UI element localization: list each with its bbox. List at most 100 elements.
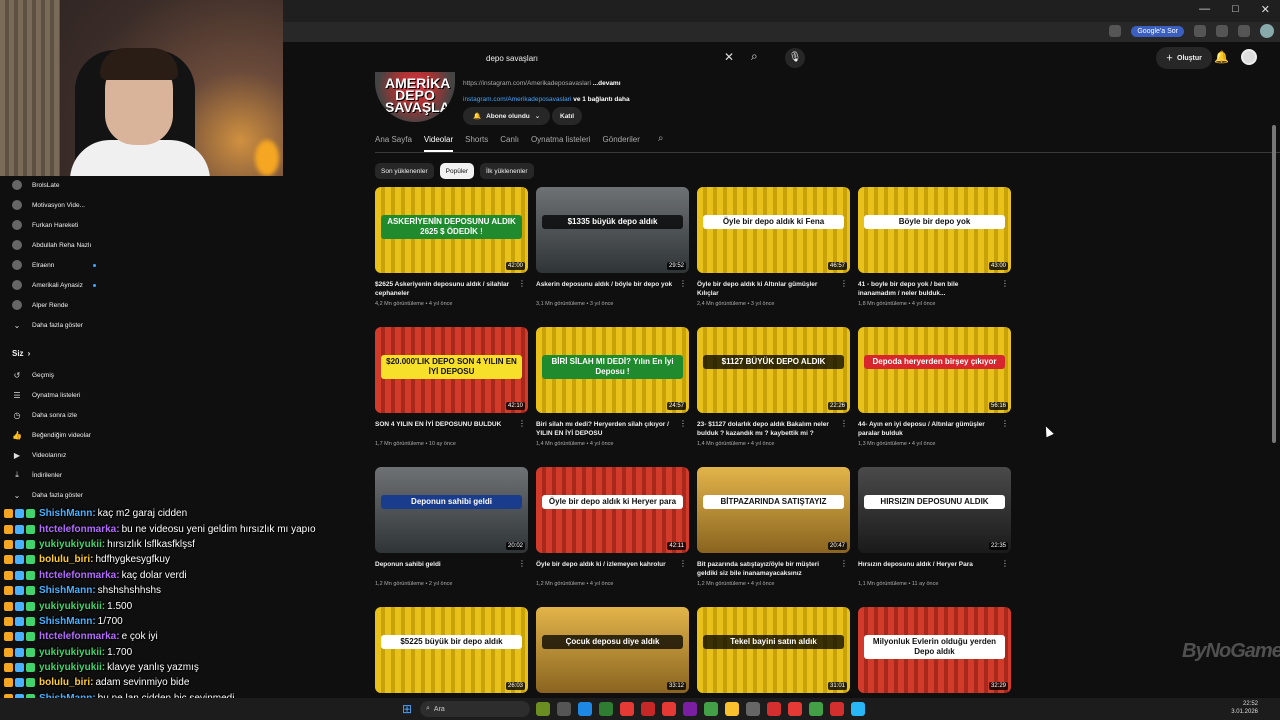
sidebar-subscription[interactable]: Alper Rende xyxy=(0,295,120,315)
sidebar-you-heading[interactable]: Siz › xyxy=(0,341,120,365)
show-more-you[interactable]: ⌄ Daha fazla göster xyxy=(0,485,120,505)
chat-username[interactable]: htctelefonmarka: xyxy=(39,629,120,644)
video-card[interactable]: BİRİ SİLAH MI DEDİ? Yılın En İyi Deposu … xyxy=(536,327,689,467)
more-links-label[interactable]: ve 1 bağlantı daha xyxy=(573,96,629,103)
clear-search-icon[interactable]: ✕ xyxy=(724,50,734,64)
bookmark-star-icon[interactable] xyxy=(1194,25,1206,37)
browser-profile-avatar[interactable] xyxy=(1260,24,1274,38)
more-vert-icon[interactable]: ⋮ xyxy=(518,419,526,428)
taskbar-app-icon[interactable] xyxy=(746,702,760,716)
video-thumbnail[interactable]: $20.000'LIK DEPO SON 4 YILIN EN İYİ DEPO… xyxy=(375,327,528,413)
microphone-icon[interactable]: 🎙 xyxy=(785,48,805,68)
chat-username[interactable]: yukiyukiyukii: xyxy=(39,599,105,614)
video-title[interactable]: $2625 Askeriyenin deposunu aldık / silah… xyxy=(375,280,515,298)
video-thumbnail[interactable]: Çocuk deposu diye aldık 33:12 xyxy=(536,607,689,693)
video-card[interactable]: ASKERİYENİN DEPOSUNU ALDIK 2625 $ ÖDEDİK… xyxy=(375,187,528,327)
taskbar-app-icon[interactable] xyxy=(578,702,592,716)
chat-username[interactable]: ShishMann: xyxy=(39,583,96,598)
video-thumbnail[interactable]: Öyle bir depo aldık ki Heryer para 42:11 xyxy=(536,467,689,553)
video-title[interactable]: 41 - boyle bir depo yok / ben bile inana… xyxy=(858,280,998,298)
chat-username[interactable]: yukiyukiyukii: xyxy=(39,537,105,552)
show-more-subscriptions[interactable]: ⌄ Daha fazla göster xyxy=(0,315,120,335)
extension-icon[interactable] xyxy=(1216,25,1228,37)
maximize-button[interactable]: □ xyxy=(1232,3,1239,16)
channel-avatar[interactable]: AMERİKA DEPO SAVAŞLARI xyxy=(375,72,455,122)
channel-search-icon[interactable]: ⌕ xyxy=(658,133,664,152)
tab-2[interactable]: Shorts xyxy=(465,135,488,152)
taskbar-app-icon[interactable] xyxy=(620,702,634,716)
video-card[interactable]: Depoda heryerden birşey çıkıyor 56:16 44- … xyxy=(858,327,1011,467)
video-card[interactable]: $1127 BÜYÜK DEPO ALDIK 22:26 23- $1127 dol… xyxy=(697,327,850,467)
video-title[interactable]: Bit pazarında satıştayız/öyle bir müşter… xyxy=(697,560,837,578)
taskbar-app-icon[interactable] xyxy=(536,702,550,716)
create-button[interactable]: ＋ Oluştur xyxy=(1156,47,1212,69)
chat-username[interactable]: ShishMann: xyxy=(39,506,96,521)
sort-chip[interactable]: Popüler xyxy=(439,163,475,179)
video-thumbnail[interactable]: Depoda heryerden birşey çıkıyor 56:16 xyxy=(858,327,1011,413)
tab-5[interactable]: Gönderiler xyxy=(603,135,640,152)
user-avatar[interactable] xyxy=(1241,49,1257,65)
windows-start-icon[interactable]: ⊞ xyxy=(402,702,412,716)
search-icon[interactable]: ⌕ xyxy=(751,49,769,67)
more-vert-icon[interactable]: ⋮ xyxy=(840,279,848,288)
sidebar-you-item[interactable]: ↺ Geçmiş xyxy=(0,365,120,385)
more-vert-icon[interactable]: ⋮ xyxy=(1001,419,1009,428)
video-thumbnail[interactable]: Tekel bayini satın aldık 31:01 xyxy=(697,607,850,693)
chat-username[interactable]: bolulu_biri: xyxy=(39,675,93,690)
video-thumbnail[interactable]: BİTPAZARINDA SATIŞTAYIZ 20:47 xyxy=(697,467,850,553)
sidebar-you-item[interactable]: ☰ Oynatma listeleri xyxy=(0,385,120,405)
tab-4[interactable]: Oynatma listeleri xyxy=(531,135,591,152)
sidebar-subscription[interactable]: Motivasyon Vide... xyxy=(0,195,120,215)
tab-0[interactable]: Ana Sayfa xyxy=(375,135,412,152)
video-card[interactable]: Öyle bir depo aldık ki Heryer para 42:11 Ö… xyxy=(536,467,689,607)
sort-chip[interactable]: İlk yüklenenler xyxy=(480,163,534,179)
video-title[interactable]: Deponun sahibi geldi xyxy=(375,560,515,578)
taskbar-search[interactable]: ⌕ Ara xyxy=(420,701,530,717)
video-thumbnail[interactable]: BİRİ SİLAH MI DEDİ? Yılın En İyi Deposu … xyxy=(536,327,689,413)
video-card[interactable]: Böyle bir depo yok 43:00 41 - boyle bir de… xyxy=(858,187,1011,327)
more-vert-icon[interactable]: ⋮ xyxy=(518,559,526,568)
video-card[interactable]: BİTPAZARINDA SATIŞTAYIZ 20:47 Bit pazarınd… xyxy=(697,467,850,607)
more-vert-icon[interactable]: ⋮ xyxy=(518,279,526,288)
sidebar-you-item[interactable]: ⤓ İndirilenler xyxy=(0,465,120,485)
video-thumbnail[interactable]: $1335 büyük depo aldık 29:52 xyxy=(536,187,689,273)
taskbar-app-icon[interactable] xyxy=(725,702,739,716)
subscribed-button[interactable]: 🔔 Abone olundu ⌄ xyxy=(463,107,551,125)
taskbar-app-icon[interactable] xyxy=(767,702,781,716)
chat-username[interactable]: ShishMann: xyxy=(39,614,96,629)
more-vert-icon[interactable]: ⋮ xyxy=(679,279,687,288)
video-title[interactable]: Öyle bir depo aldık ki Altınlar gümüşler… xyxy=(697,280,837,298)
video-card[interactable]: $20.000'LIK DEPO SON 4 YILIN EN İYİ DEPO… xyxy=(375,327,528,467)
video-thumbnail[interactable]: ASKERİYENİN DEPOSUNU ALDIK 2625 $ ÖDEDİK… xyxy=(375,187,528,273)
video-thumbnail[interactable]: Milyonluk Evlerin olduğu yerden Depo ald… xyxy=(858,607,1011,693)
video-title[interactable]: 23- $1127 dolarlık depo aldık Bakalım ne… xyxy=(697,420,837,438)
sidebar-subscription[interactable]: Elraenn xyxy=(0,255,120,275)
sort-chip[interactable]: Son yüklenenler xyxy=(375,163,434,179)
video-thumbnail[interactable]: Öyle bir depo aldık ki Fena 46:57 xyxy=(697,187,850,273)
video-card[interactable]: HIRSIZIN DEPOSUNU ALDIK 22:35 Hırsızın dep… xyxy=(858,467,1011,607)
taskbar-app-icon[interactable] xyxy=(788,702,802,716)
taskbar-app-icon[interactable] xyxy=(683,702,697,716)
close-window-button[interactable]: ✕ xyxy=(1261,3,1270,16)
taskbar-app-icon[interactable] xyxy=(641,702,655,716)
video-card[interactable]: Öyle bir depo aldık ki Fena 46:57 Öyle bir… xyxy=(697,187,850,327)
google-ask-button[interactable]: Google'a Sor xyxy=(1131,25,1184,37)
video-thumbnail[interactable]: Deponun sahibi geldi 20:02 xyxy=(375,467,528,553)
taskbar-app-icon[interactable] xyxy=(704,702,718,716)
taskbar-app-icon[interactable] xyxy=(830,702,844,716)
more-vert-icon[interactable]: ⋮ xyxy=(840,419,848,428)
video-thumbnail[interactable]: $5225 büyük bir depo aldık 26:03 xyxy=(375,607,528,693)
tab-1[interactable]: Videolar xyxy=(423,135,454,152)
page-scrollbar[interactable] xyxy=(1272,125,1276,443)
video-thumbnail[interactable]: $1127 BÜYÜK DEPO ALDIK 22:26 xyxy=(697,327,850,413)
video-title[interactable]: Hırsızın deposunu aldık / Heryer Para xyxy=(858,560,998,578)
notifications-bell-icon[interactable]: 🔔 xyxy=(1214,50,1229,64)
video-title[interactable]: Biri silah mı dedi? Heryerden silah çıkı… xyxy=(536,420,676,438)
sidebar-subscription[interactable]: BrolsLate xyxy=(0,175,120,195)
more-vert-icon[interactable]: ⋮ xyxy=(679,419,687,428)
cast-icon[interactable] xyxy=(1109,25,1122,37)
sidebar-subscription[interactable]: Abdullah Reha Nazlı xyxy=(0,235,120,255)
video-title[interactable]: SON 4 YILIN EN İYİ DEPOSUNU BULDUK xyxy=(375,420,515,438)
sidebar-you-item[interactable]: 👍 Beğendiğim videolar xyxy=(0,425,120,445)
channel-link-2[interactable]: instagram.com/Amerikadeposavaslari xyxy=(463,96,571,103)
